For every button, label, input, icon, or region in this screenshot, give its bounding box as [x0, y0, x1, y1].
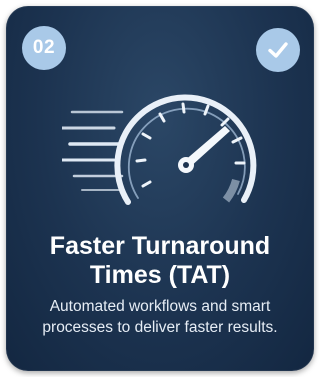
step-number-badge: 02: [22, 26, 66, 70]
check-icon: [268, 42, 288, 58]
card-title-line2: Times (TAT): [89, 261, 231, 289]
step-number: 02: [32, 37, 56, 58]
speedometer-icon: [62, 94, 257, 205]
feature-card: 02 Faster Turnaround Times (TAT) Automat…: [6, 6, 314, 371]
card-description: Automated workflows and smart processes …: [42, 298, 278, 336]
card-title-line1: Faster Turnaround: [49, 232, 271, 260]
